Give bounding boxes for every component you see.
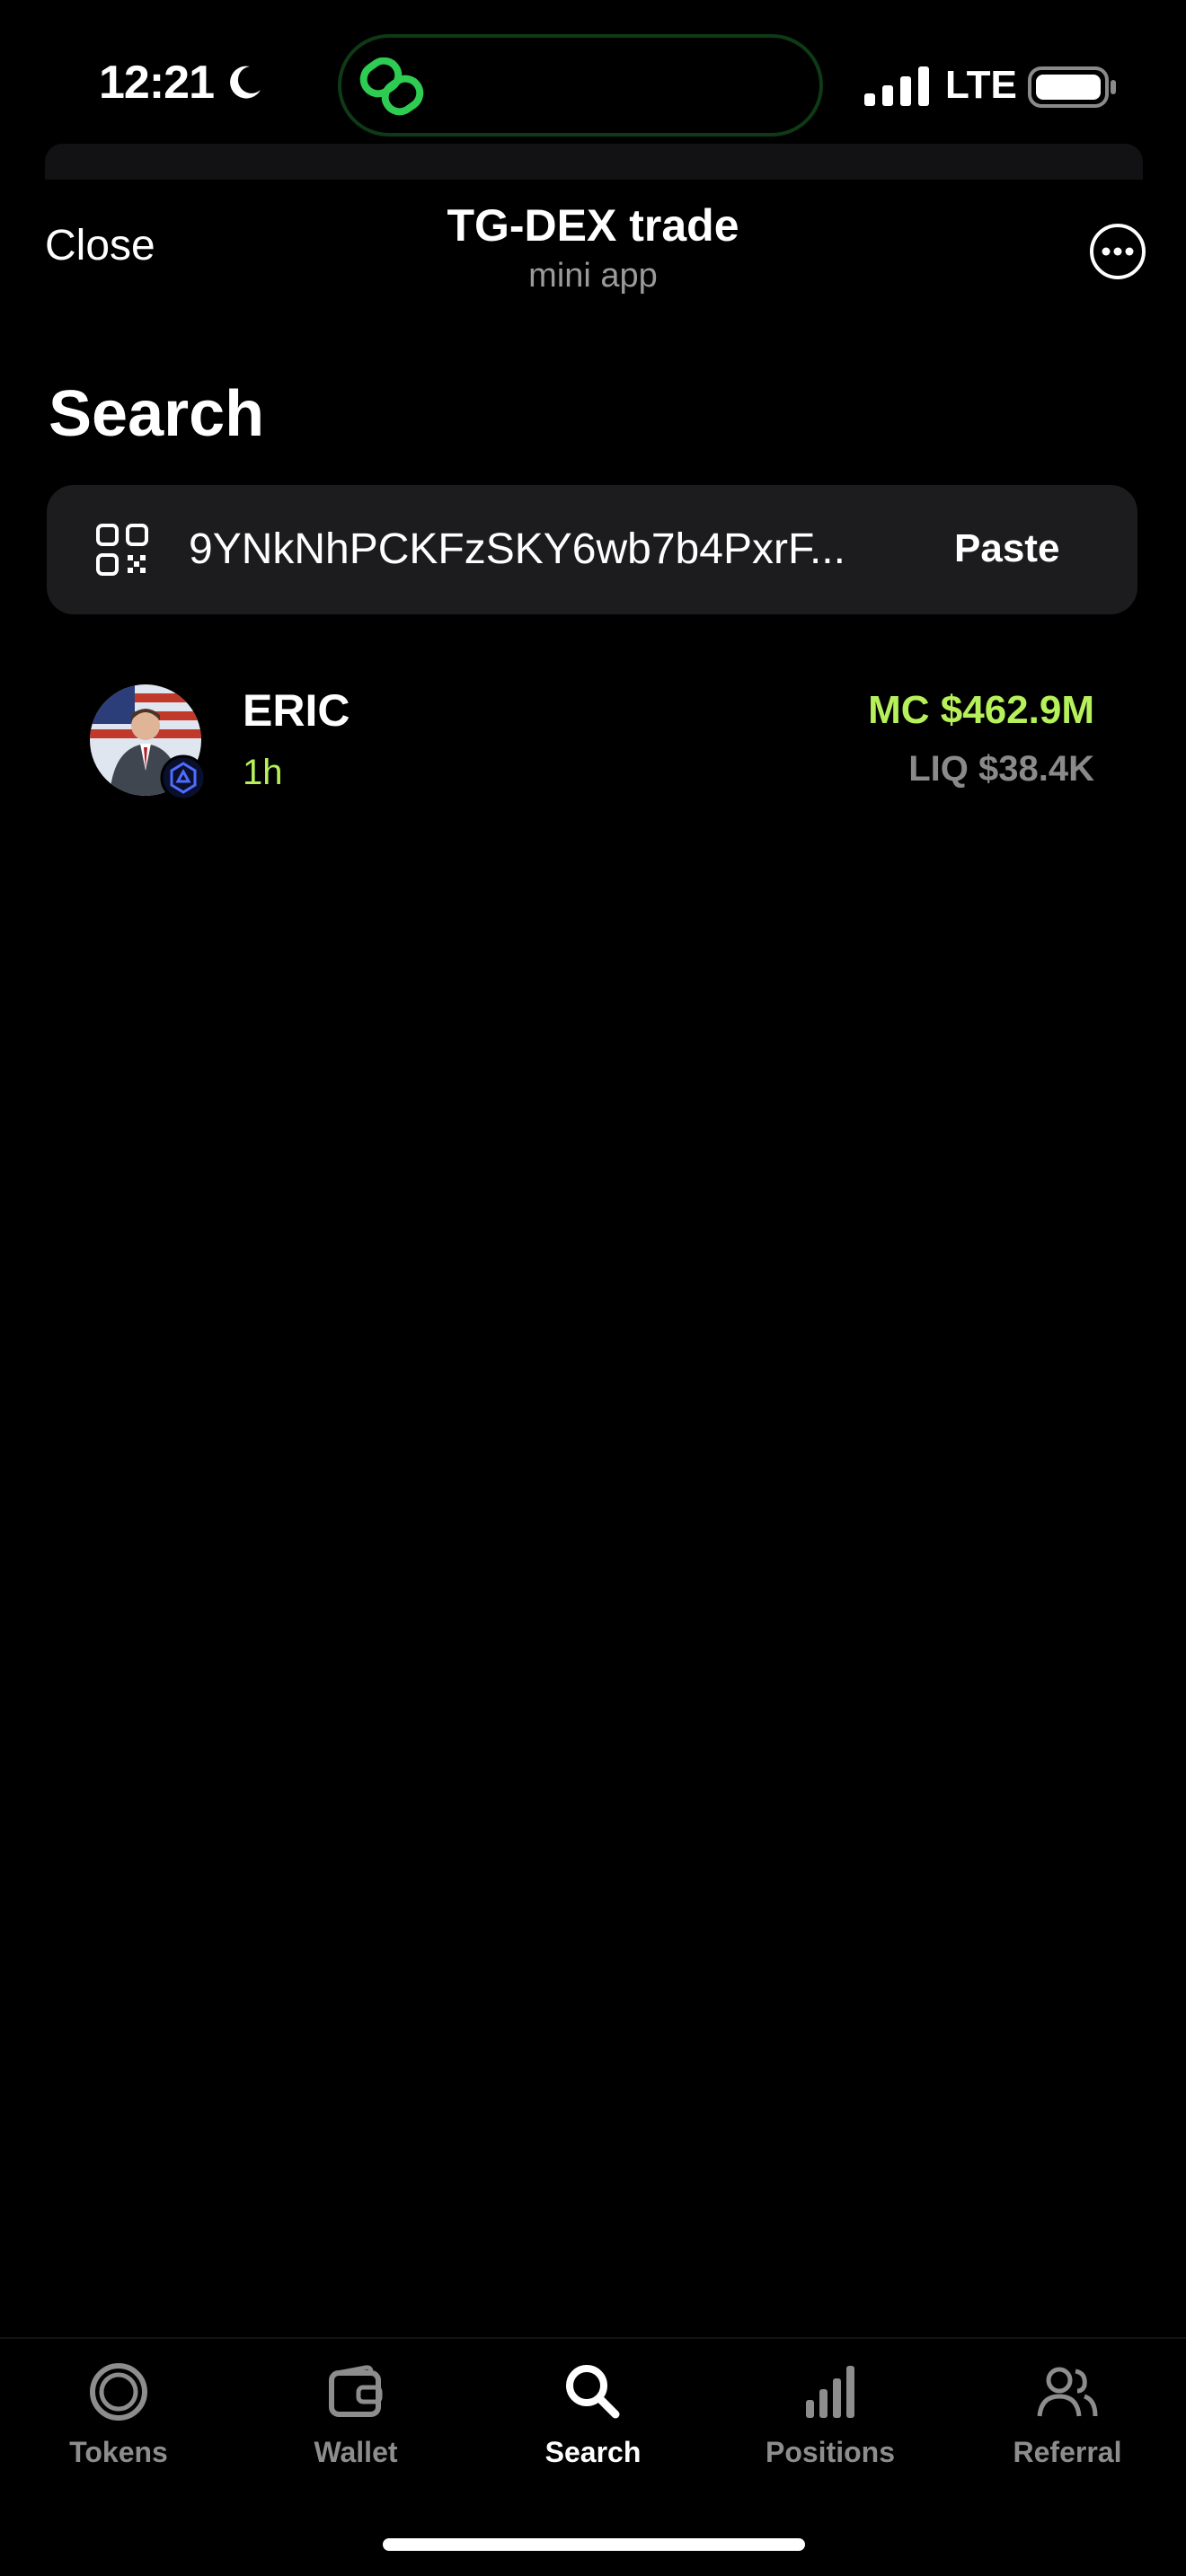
app-subtitle: mini app — [528, 257, 658, 295]
tab-label: Tokens — [69, 2436, 168, 2468]
referral-icon — [1037, 2367, 1098, 2417]
wallet-icon — [329, 2365, 383, 2417]
tab-label: Search — [544, 2436, 642, 2468]
tokens-icon — [90, 2363, 147, 2421]
network-label: LTE — [945, 63, 1017, 107]
tab-search[interactable]: Search — [474, 2360, 712, 2469]
sheet-edge — [45, 144, 1143, 180]
tab-label: Referral — [1013, 2436, 1122, 2468]
tab-label: Wallet — [314, 2436, 398, 2468]
chain-badge-icon — [160, 754, 207, 801]
tab-referral[interactable]: Referral — [949, 2360, 1186, 2469]
token-market-cap: MC $462.9M — [868, 688, 1094, 732]
app-title: TG-DEX trade — [447, 200, 739, 251]
paste-button[interactable]: Paste — [954, 526, 1059, 571]
qr-scan-icon[interactable] — [95, 523, 149, 577]
token-age: 1h — [243, 753, 283, 792]
tabbar-divider — [0, 2337, 1186, 2339]
signal-icon — [864, 66, 929, 106]
page-title: Search — [49, 378, 265, 450]
tab-positions[interactable]: Positions — [712, 2360, 949, 2469]
tab-tokens[interactable]: Tokens — [0, 2360, 237, 2469]
battery-icon — [1028, 66, 1116, 108]
moon-icon — [230, 66, 261, 99]
positions-icon — [806, 2366, 854, 2418]
search-query[interactable]: 9YNkNhPCKFzSKY6wb7b4PxrF... — [189, 525, 890, 574]
token-liquidity: LIQ $38.4K — [908, 749, 1094, 789]
close-button[interactable]: Close — [45, 221, 155, 270]
status-time: 12:21 — [99, 57, 215, 109]
tab-label: Positions — [765, 2436, 895, 2468]
tab-wallet[interactable]: Wallet — [237, 2360, 474, 2469]
home-indicator[interactable] — [383, 2538, 805, 2551]
more-circle-icon[interactable] — [1089, 223, 1146, 280]
link-chain-icon — [359, 57, 424, 116]
search-icon — [566, 2365, 620, 2419]
token-name[interactable]: ERIC — [243, 684, 350, 737]
